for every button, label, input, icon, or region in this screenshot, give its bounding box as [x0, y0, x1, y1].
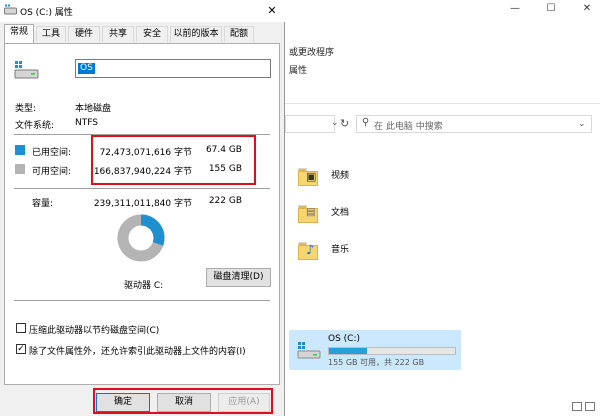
drive-tile-name: OS (C:) [328, 334, 360, 344]
hard-drive-icon [297, 342, 321, 359]
refresh-icon[interactable]: ↻ [340, 117, 349, 130]
tab-hardware[interactable]: 硬件 [68, 26, 100, 42]
dialog-titlebar[interactable]: OS (C:) 属性 ✕ [0, 0, 285, 22]
compress-checkbox[interactable] [16, 323, 26, 333]
close-icon[interactable]: ✕ [263, 2, 281, 19]
divider [14, 300, 270, 301]
used-space-swatch [15, 145, 25, 155]
index-checkbox[interactable]: ✓ [16, 344, 26, 354]
capacity-label: 容量: [32, 199, 54, 209]
divider [14, 188, 270, 189]
details-view-icon[interactable] [572, 402, 582, 411]
disk-cleanup-button[interactable]: 磁盘清理(D) [206, 268, 271, 287]
tab-general[interactable]: 常规 [4, 24, 34, 43]
index-label[interactable]: 除了文件属性外，还允许索引此驱动器上文件的内容(I) [29, 344, 246, 357]
search-placeholder: 在 此电脑 中搜索 [374, 122, 443, 132]
free-space-swatch [15, 164, 25, 174]
folder-label-documents[interactable]: 文档 [331, 205, 349, 218]
address-bar[interactable] [285, 115, 335, 133]
folder-label-video[interactable]: 视频 [331, 168, 349, 181]
filesystem-value: NTFS [75, 118, 98, 128]
tab-sharing[interactable]: 共享 [102, 26, 134, 42]
tab-previous-versions[interactable]: 以前的版本 [170, 26, 222, 42]
maximize-icon[interactable]: ☐ [541, 2, 561, 16]
drive-free-text: 155 GB 可用，共 222 GB [328, 358, 425, 367]
music-folder-icon[interactable]: ♪ [298, 242, 320, 260]
minimize-icon[interactable]: — [505, 2, 525, 16]
ribbon-properties[interactable]: 属性 [289, 63, 307, 76]
ribbon-divider [285, 103, 600, 104]
chevron-down-icon[interactable]: ⌄ [331, 118, 339, 128]
search-icon: ⚲ [362, 117, 370, 128]
drive-name-value: OS [78, 63, 95, 74]
video-folder-icon[interactable]: ▣ [298, 168, 320, 186]
search-dropdown-icon[interactable]: ⌄ [578, 119, 586, 129]
ribbon-uninstall-program[interactable]: 或更改程序 [289, 45, 334, 58]
used-space-label: 已用空间: [32, 148, 72, 158]
properties-dialog: OS (C:) 属性 ✕ 常规 工具 硬件 共享 安全 以前的版本 配额 OS … [0, 0, 285, 416]
hard-drive-icon [14, 61, 39, 79]
dialog-title: OS (C:) 属性 [20, 8, 73, 18]
folder-label-music[interactable]: 音乐 [331, 242, 349, 255]
type-value: 本地磁盘 [75, 104, 112, 114]
tab-security[interactable]: 安全 [136, 26, 168, 42]
tab-quota[interactable]: 配额 [224, 26, 254, 42]
drive-usage-bar [328, 347, 456, 355]
drive-usage-fill [329, 348, 367, 354]
drive-name-input[interactable]: OS [75, 59, 271, 78]
tiles-view-icon[interactable] [585, 402, 595, 411]
type-label: 类型: [15, 104, 37, 114]
filesystem-label: 文件系统: [15, 121, 55, 131]
documents-folder-icon[interactable]: ▤ [298, 205, 320, 223]
compress-label[interactable]: 压缩此驱动器以节约磁盘空间(C) [29, 323, 159, 336]
close-window-icon[interactable]: ✕ [577, 2, 597, 16]
capacity-bytes: 239,311,011,840 字节 [93, 199, 192, 209]
highlight-box [91, 135, 256, 185]
drive-letter-label: 驱动器 C: [124, 281, 164, 291]
tab-tools[interactable]: 工具 [36, 26, 66, 42]
free-space-label: 可用空间: [32, 167, 72, 177]
capacity-size: 222 GB [208, 196, 242, 206]
disk-usage-donut [117, 214, 165, 262]
drive-title-icon [4, 4, 17, 15]
button-highlight-box [93, 388, 273, 414]
